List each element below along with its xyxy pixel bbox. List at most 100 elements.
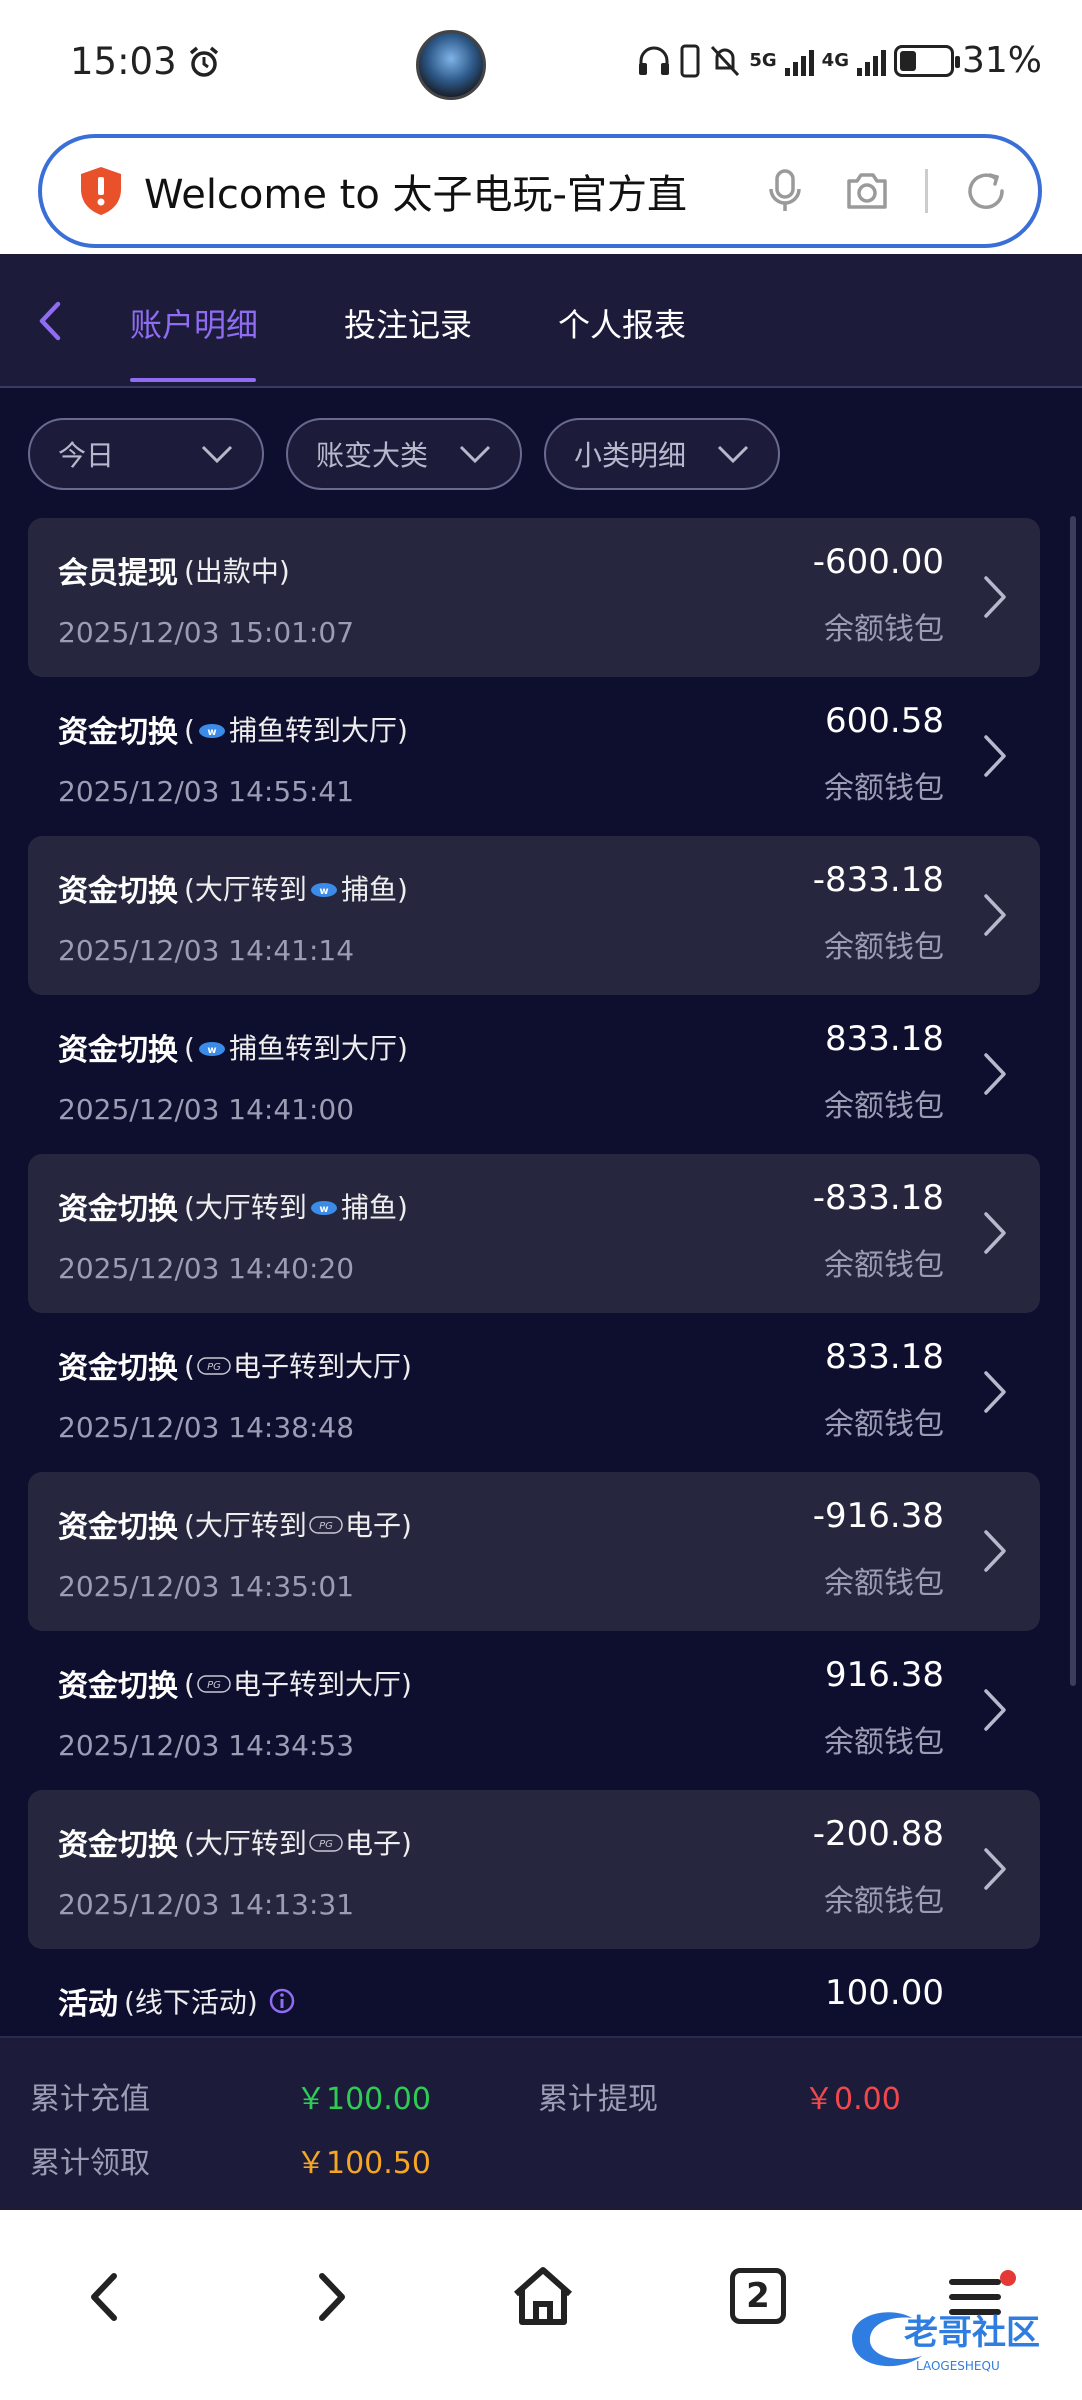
transaction-list: 会员提现 (出款中) 2025/12/03 15:01:07 -600.00 余额钱包资…: [28, 518, 1040, 2108]
transaction-row[interactable]: 资金切换 (大厅转到 PG 电子) 2025/12/03 14:35:01 -916.38…: [28, 1472, 1040, 1631]
transaction-detail: (大厅转到 w 捕鱼): [184, 868, 408, 908]
chevron-right-icon: [984, 1848, 1006, 1890]
home-icon[interactable]: [508, 2262, 578, 2332]
transaction-type: 资金切换: [58, 1033, 178, 1068]
transaction-row[interactable]: 资金切换(PG 电子转到大厅) 2025/12/03 14:34:53 916.38 余…: [28, 1631, 1040, 1790]
transaction-amount: 916.38: [825, 1655, 944, 1695]
back-icon[interactable]: [72, 2262, 142, 2332]
url-text[interactable]: Welcome to 太子电玩-官方直: [144, 162, 704, 220]
category-filter-label: 账变大类: [316, 439, 429, 472]
transaction-row[interactable]: 资金切换(w 捕鱼转到大厅) 2025/12/03 14:41:00 833.18 余额…: [28, 995, 1040, 1154]
transaction-row[interactable]: 资金切换 (大厅转到 w 捕鱼) 2025/12/03 14:40:20 -833.18 余…: [28, 1154, 1040, 1313]
transaction-type: 资金切换: [58, 1828, 178, 1863]
date-filter-label: 今日: [58, 439, 115, 472]
scrollbar[interactable]: [1070, 516, 1076, 1686]
transaction-detail: (PG 电子转到大厅): [184, 1345, 412, 1385]
transaction-type: 会员提现: [58, 556, 178, 591]
transaction-detail: (大厅转到 PG 电子): [184, 1822, 412, 1862]
transaction-title: 会员提现 (出款中): [58, 548, 290, 592]
transaction-title: 资金切换(PG 电子转到大厅): [58, 1343, 412, 1387]
info-icon[interactable]: [268, 1987, 296, 2015]
transaction-detail: ( w 捕鱼转到大厅): [184, 709, 408, 749]
transaction-detail-prefix: (: [184, 1032, 195, 1065]
transaction-type: 资金切换: [58, 1669, 178, 1704]
fishing-game-logo-icon: w: [198, 724, 225, 738]
transaction-time: 2025/12/03 14:55:41: [58, 775, 355, 808]
address-bar[interactable]: Welcome to 太子电玩-官方直: [38, 134, 1042, 248]
transaction-row[interactable]: 资金切换 (大厅转到 w 捕鱼) 2025/12/03 14:41:14 -833.18 余…: [28, 836, 1040, 995]
watermark-logo: 老哥社区 LAOGESHEQU: [852, 2312, 1040, 2373]
transaction-detail-suffix: 电子转到大厅): [232, 1350, 412, 1383]
transaction-detail-suffix: 捕鱼转到大厅): [228, 714, 408, 747]
tab-account-details[interactable]: 账户明细: [130, 300, 258, 346]
transaction-type: 资金切换: [58, 715, 178, 750]
transaction-detail: (w 捕鱼转到大厅): [184, 1027, 408, 1067]
browser-toolbar: Welcome to 太子电玩-官方直: [0, 128, 1082, 254]
fishing-game-logo-icon: w: [310, 883, 337, 897]
date-filter-dropdown[interactable]: 今日: [28, 418, 264, 490]
chevron-right-icon: [984, 1530, 1006, 1572]
transaction-time: 2025/12/03 14:35:01: [58, 1570, 355, 1603]
transaction-title: 资金切换 (大厅转到 PG 电子): [58, 1502, 412, 1546]
notification-dot: [1000, 2270, 1016, 2286]
transaction-amount: 600.58: [825, 701, 944, 741]
transaction-detail-prefix: (大厅转到: [184, 1509, 307, 1542]
transaction-wallet: 余额钱包: [824, 771, 944, 806]
transaction-amount: -916.38: [812, 1496, 944, 1536]
transaction-detail-prefix: (大厅转到: [184, 1191, 307, 1224]
transaction-detail: (大厅转到 w 捕鱼): [184, 1186, 408, 1226]
chevron-down-icon: [717, 445, 749, 464]
status-time: 15:03: [70, 40, 221, 83]
transaction-detail-prefix: (: [184, 714, 195, 747]
svg-text:w: w: [319, 1204, 328, 1215]
transaction-amount: -833.18: [812, 860, 944, 900]
network-5g-label: 5G: [749, 49, 777, 71]
subcategory-filter-dropdown[interactable]: 小类明细: [544, 418, 780, 490]
transaction-amount: 100.00: [825, 1973, 944, 2013]
transaction-wallet: 余额钱包: [824, 612, 944, 647]
transaction-amount: 833.18: [825, 1019, 944, 1059]
svg-text:w: w: [207, 727, 216, 738]
summary-panel: 累计充值 ￥100.00 累计提现 ￥0.00 累计领取 ￥100.50: [0, 2036, 1082, 2210]
tab-bet-records[interactable]: 投注记录: [344, 300, 472, 346]
transaction-detail-prefix: (: [184, 1350, 195, 1383]
camera-icon[interactable]: [843, 167, 891, 215]
microphone-icon[interactable]: [761, 167, 809, 215]
network-4g-label: 4G: [821, 49, 849, 71]
transaction-row[interactable]: 会员提现 (出款中) 2025/12/03 15:01:07 -600.00 余额钱包: [28, 518, 1040, 677]
browser-bottom-nav: 2 老哥社区 LAOGESHEQU: [0, 2210, 1082, 2400]
reload-icon[interactable]: [962, 167, 1010, 215]
transaction-wallet: 余额钱包: [824, 1089, 944, 1124]
watermark-text: 老哥社区: [904, 2313, 1040, 2353]
transaction-amount: -200.88: [812, 1814, 944, 1854]
status-time-text: 15:03: [70, 40, 177, 83]
transaction-row[interactable]: 资金切换(PG 电子转到大厅) 2025/12/03 14:38:48 833.18 余…: [28, 1313, 1040, 1472]
category-filter-dropdown[interactable]: 账变大类: [286, 418, 522, 490]
claim-total-value: ￥100.50: [296, 2146, 431, 2181]
transaction-row[interactable]: 资金切换( w 捕鱼转到大厅) 2025/12/03 14:55:41 600.58 余额…: [28, 677, 1040, 836]
transaction-type: 活动: [58, 1987, 118, 2022]
chevron-right-icon: [984, 894, 1006, 936]
transaction-time: 2025/12/03 15:01:07: [58, 616, 355, 649]
recharge-total-label: 累计充值: [30, 2082, 150, 2117]
forward-icon[interactable]: [294, 2262, 364, 2332]
tab-switcher-button[interactable]: 2: [730, 2268, 786, 2324]
tab-bar: 账户明细 投注记录 个人报表: [0, 254, 1082, 388]
svg-text:PG: PG: [207, 1680, 221, 1691]
transaction-row[interactable]: 资金切换 (大厅转到 PG 电子) 2025/12/03 14:13:31 -200.88…: [28, 1790, 1040, 1949]
pg-game-logo-icon: PG: [309, 1516, 343, 1534]
transaction-detail: (出款中): [184, 550, 290, 590]
chevron-right-icon: [984, 1689, 1006, 1731]
svg-text:PG: PG: [319, 1839, 333, 1850]
transaction-detail-suffix: 电子): [344, 1827, 412, 1860]
toolbar-divider: [925, 169, 928, 213]
tab-personal-report[interactable]: 个人报表: [558, 300, 686, 346]
recharge-total-value: ￥100.00: [296, 2082, 431, 2117]
fishing-game-logo-icon: w: [198, 1042, 225, 1056]
security-warning-icon[interactable]: [78, 165, 124, 217]
chevron-right-icon: [984, 1371, 1006, 1413]
phone-vibrate-icon: [680, 44, 700, 77]
withdraw-total-label: 累计提现: [538, 2082, 658, 2117]
back-arrow-icon[interactable]: [30, 298, 70, 344]
transaction-title: 资金切换 (大厅转到 w 捕鱼): [58, 866, 408, 910]
